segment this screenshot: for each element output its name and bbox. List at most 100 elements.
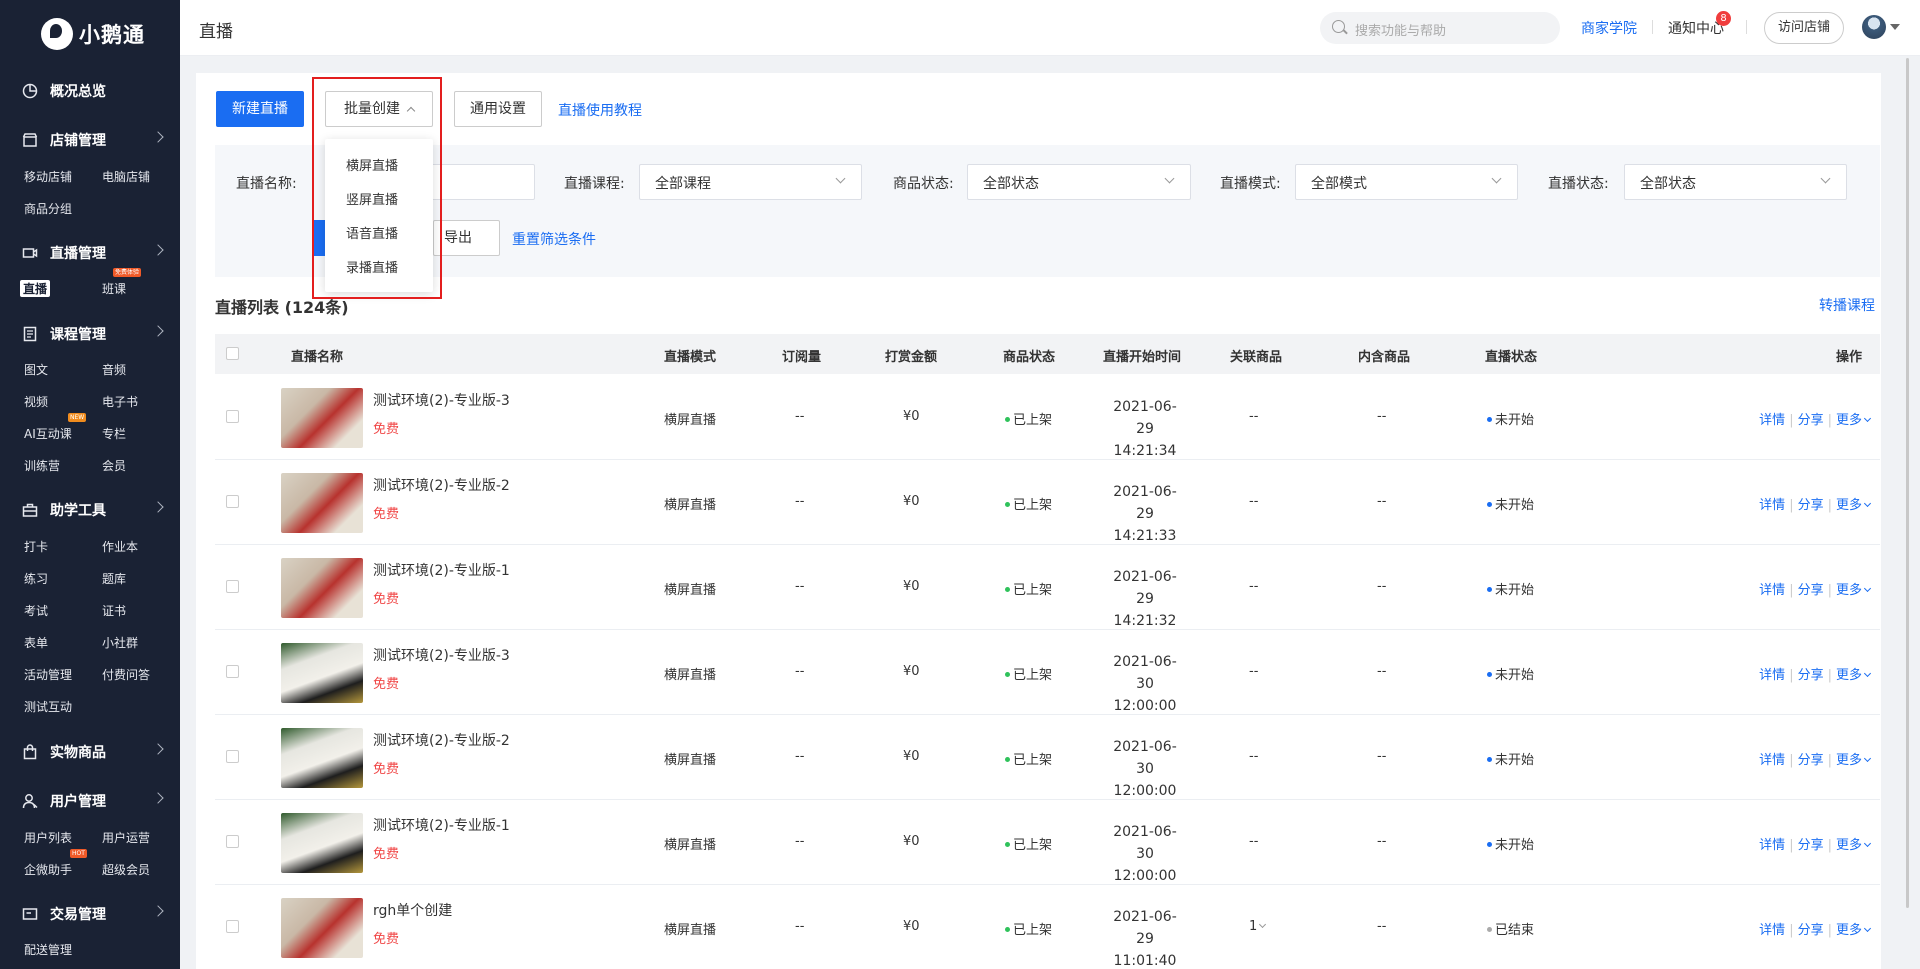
more-dropdown[interactable]: 更多 bbox=[1836, 753, 1872, 768]
share-link[interactable]: 分享 bbox=[1798, 583, 1824, 598]
sidebar-item-product-groups[interactable]: 商品分组 bbox=[24, 200, 72, 217]
live-cover-image[interactable] bbox=[281, 643, 363, 703]
general-settings-button[interactable]: 通用设置 bbox=[454, 91, 542, 127]
details-link[interactable]: 详情 bbox=[1759, 923, 1785, 938]
row-live-name[interactable]: 测试环境(2)-专业版-3 bbox=[373, 390, 510, 410]
more-dropdown[interactable]: 更多 bbox=[1836, 413, 1872, 428]
sidebar-item-user-ops[interactable]: 用户运营 bbox=[102, 829, 150, 846]
sidebar-item-exam[interactable]: 考试 bbox=[24, 602, 48, 619]
sidebar-item-activities[interactable]: 活动管理 bbox=[24, 666, 72, 683]
sidebar-item-super-member[interactable]: 超级会员 bbox=[102, 861, 150, 878]
new-live-button[interactable]: 新建直播 bbox=[216, 91, 304, 127]
visit-store-button[interactable]: 访问店铺 bbox=[1764, 12, 1844, 44]
sidebar-item-video[interactable]: 视频 bbox=[24, 393, 48, 410]
more-dropdown[interactable]: 更多 bbox=[1836, 923, 1872, 938]
scrollbar[interactable] bbox=[1906, 58, 1909, 908]
sidebar-section-overview[interactable]: 概况总览 bbox=[22, 81, 162, 101]
sidebar-item-wecom-assistant[interactable]: 企微助手 bbox=[24, 861, 72, 878]
share-link[interactable]: 分享 bbox=[1798, 498, 1824, 513]
sidebar-section-users[interactable]: 用户管理 bbox=[22, 791, 164, 811]
sidebar-item-ai-course[interactable]: AI互动课 bbox=[24, 425, 72, 442]
sidebar-section-store[interactable]: 店铺管理 bbox=[22, 130, 164, 150]
sidebar-item-test-interaction[interactable]: 测试互动 bbox=[24, 698, 72, 715]
sidebar-section-tools[interactable]: 助学工具 bbox=[22, 500, 164, 520]
sidebar-item-certificate[interactable]: 证书 bbox=[102, 602, 126, 619]
row-checkbox[interactable] bbox=[226, 665, 239, 678]
goods-status-select[interactable]: 全部状态 bbox=[967, 164, 1191, 200]
details-link[interactable]: 详情 bbox=[1759, 413, 1785, 428]
sidebar-item-question-bank[interactable]: 题库 bbox=[102, 570, 126, 587]
live-cover-image[interactable] bbox=[281, 388, 363, 448]
row-checkbox[interactable] bbox=[226, 835, 239, 848]
row-checkbox[interactable] bbox=[226, 580, 239, 593]
row-live-name[interactable]: 测试环境(2)-专业版-2 bbox=[373, 475, 510, 495]
share-link[interactable]: 分享 bbox=[1798, 753, 1824, 768]
share-link[interactable]: 分享 bbox=[1798, 668, 1824, 683]
sidebar-item-member[interactable]: 会员 bbox=[102, 457, 126, 474]
share-link[interactable]: 分享 bbox=[1798, 923, 1824, 938]
sidebar-item-mobile-store[interactable]: 移动店铺 bbox=[24, 168, 72, 185]
reset-filters-link[interactable]: 重置筛选条件 bbox=[512, 229, 596, 249]
details-link[interactable]: 详情 bbox=[1759, 838, 1785, 853]
sidebar-item-user-list[interactable]: 用户列表 bbox=[24, 829, 72, 846]
live-cover-image[interactable] bbox=[281, 813, 363, 873]
sidebar-item-column[interactable]: 专栏 bbox=[102, 425, 126, 442]
sidebar-item-article[interactable]: 图文 bbox=[24, 361, 48, 378]
sidebar-item-pc-store[interactable]: 电脑店铺 bbox=[102, 168, 150, 185]
row-checkbox[interactable] bbox=[226, 495, 239, 508]
details-link[interactable]: 详情 bbox=[1759, 498, 1785, 513]
row-checkbox[interactable] bbox=[226, 750, 239, 763]
row-live-name[interactable]: 测试环境(2)-专业版-3 bbox=[373, 645, 510, 665]
row-checkbox[interactable] bbox=[226, 920, 239, 933]
avatar[interactable] bbox=[1862, 15, 1886, 39]
sidebar-item-checkin[interactable]: 打卡 bbox=[24, 538, 48, 555]
row-live-name[interactable]: 测试环境(2)-专业版-1 bbox=[373, 815, 510, 835]
select-all-checkbox[interactable] bbox=[226, 347, 239, 360]
search-box[interactable]: 搜索功能与帮助 bbox=[1320, 12, 1560, 44]
merchant-academy-link[interactable]: 商家学院 bbox=[1581, 18, 1637, 38]
sidebar-item-camp[interactable]: 训练营 bbox=[24, 457, 60, 474]
row-live-name[interactable]: 测试环境(2)-专业版-1 bbox=[373, 560, 510, 580]
live-cover-image[interactable] bbox=[281, 728, 363, 788]
sidebar-section-transactions[interactable]: 交易管理 bbox=[22, 904, 164, 924]
more-dropdown[interactable]: 更多 bbox=[1836, 838, 1872, 853]
sidebar-item-form[interactable]: 表单 bbox=[24, 634, 48, 651]
caret-down-icon[interactable] bbox=[1890, 24, 1900, 30]
share-link[interactable]: 分享 bbox=[1798, 413, 1824, 428]
sidebar-item-class[interactable]: 班课 bbox=[102, 280, 126, 297]
transfer-course-link[interactable]: 转播课程 bbox=[1819, 295, 1875, 315]
row-live-name[interactable]: 测试环境(2)-专业版-2 bbox=[373, 730, 510, 750]
live-mode-select[interactable]: 全部模式 bbox=[1295, 164, 1518, 200]
sidebar-section-live[interactable]: 直播管理 bbox=[22, 243, 164, 263]
brand-logo[interactable]: 小鹅通 bbox=[0, 0, 180, 68]
row-checkbox[interactable] bbox=[226, 410, 239, 423]
sidebar-section-label: 实物商品 bbox=[50, 745, 106, 761]
more-dropdown[interactable]: 更多 bbox=[1836, 668, 1872, 683]
share-link[interactable]: 分享 bbox=[1798, 838, 1824, 853]
details-link[interactable]: 详情 bbox=[1759, 583, 1785, 598]
sidebar-item-practice[interactable]: 练习 bbox=[24, 570, 48, 587]
live-cover-image[interactable] bbox=[281, 558, 363, 618]
sidebar-section-course[interactable]: 课程管理 bbox=[22, 324, 164, 344]
sidebar-item-paid-qa[interactable]: 付费问答 bbox=[102, 666, 150, 683]
more-dropdown[interactable]: 更多 bbox=[1836, 583, 1872, 598]
sidebar-item-community[interactable]: 小社群 bbox=[102, 634, 138, 651]
details-link[interactable]: 详情 bbox=[1759, 753, 1785, 768]
live-status-select[interactable]: 全部状态 bbox=[1624, 164, 1847, 200]
sidebar-section-physical-goods[interactable]: 实物商品 bbox=[22, 742, 164, 762]
sidebar-item-delivery[interactable]: 配送管理 bbox=[24, 941, 72, 958]
live-course-select[interactable]: 全部课程 bbox=[639, 164, 862, 200]
live-cover-image[interactable] bbox=[281, 473, 363, 533]
sidebar-item-live[interactable]: 直播 bbox=[20, 280, 51, 297]
details-link[interactable]: 详情 bbox=[1759, 668, 1785, 683]
sidebar-item-homework[interactable]: 作业本 bbox=[102, 538, 138, 555]
sidebar-item-audio[interactable]: 音频 bbox=[102, 361, 126, 378]
live-cover-image[interactable] bbox=[281, 898, 363, 958]
sidebar-item-ebook[interactable]: 电子书 bbox=[102, 393, 138, 410]
export-button[interactable]: 导出 bbox=[433, 220, 500, 256]
more-dropdown[interactable]: 更多 bbox=[1836, 498, 1872, 513]
row-linked-goods[interactable]: 1 bbox=[1249, 919, 1267, 934]
live-tutorial-link[interactable]: 直播使用教程 bbox=[558, 100, 642, 120]
divider: | bbox=[1827, 838, 1832, 853]
row-live-name[interactable]: rgh单个创建 bbox=[373, 900, 452, 920]
